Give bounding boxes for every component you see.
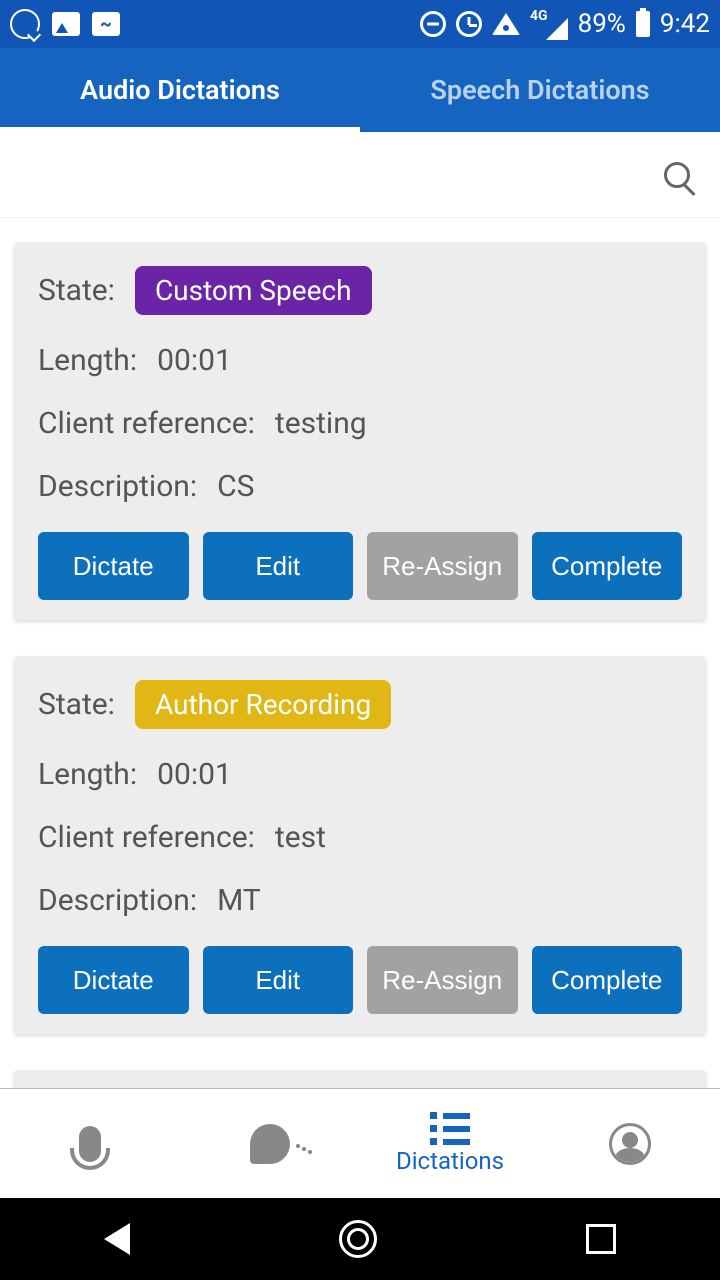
home-button[interactable]: [339, 1220, 377, 1258]
nav-dictations[interactable]: Dictations: [360, 1089, 540, 1198]
microphone-icon: [79, 1126, 101, 1162]
list-icon: [430, 1112, 470, 1145]
content-area: State: Custom Speech Length: 00:01 Clien…: [0, 218, 720, 1088]
search-bar: [0, 132, 720, 218]
signal-icon: 4G: [530, 8, 568, 40]
tab-bar: Audio Dictations Speech Dictations: [0, 48, 720, 132]
recent-apps-button[interactable]: [586, 1224, 616, 1254]
reassign-button[interactable]: Re-Assign: [367, 532, 518, 600]
clock-text: 9:42: [660, 9, 710, 39]
clientref-label: Client reference:: [38, 820, 255, 855]
length-label: Length:: [38, 343, 137, 378]
clientref-value: test: [275, 820, 326, 855]
description-value: CS: [217, 469, 254, 504]
profile-icon: [609, 1123, 651, 1165]
state-label: State:: [38, 687, 115, 722]
dictate-button[interactable]: Dictate: [38, 946, 189, 1014]
battery-text: 89%: [578, 9, 626, 39]
clientref-value: testing: [275, 406, 367, 441]
back-button[interactable]: [104, 1223, 130, 1255]
reassign-button[interactable]: Re-Assign: [367, 946, 518, 1014]
bottom-nav: Dictations: [0, 1088, 720, 1198]
description-value: MT: [217, 883, 261, 918]
speaking-head-icon: [250, 1124, 290, 1164]
nav-record[interactable]: [0, 1089, 180, 1198]
complete-button[interactable]: Complete: [532, 946, 683, 1014]
state-badge: Custom Speech: [135, 266, 372, 315]
description-label: Description:: [38, 883, 197, 918]
length-value: 00:01: [157, 757, 232, 792]
nav-profile[interactable]: [540, 1089, 720, 1198]
tab-speech-dictations[interactable]: Speech Dictations: [360, 48, 720, 132]
whatsapp-icon: [10, 9, 40, 39]
dnd-icon: [420, 11, 446, 37]
wifi-icon: [492, 13, 520, 35]
complete-button[interactable]: Complete: [532, 532, 683, 600]
system-nav-bar: [0, 1198, 720, 1280]
alarm-icon: [456, 11, 482, 37]
edit-button[interactable]: Edit: [203, 532, 354, 600]
state-label: State:: [38, 273, 115, 308]
nav-speak[interactable]: [180, 1089, 360, 1198]
state-badge: Author Recording: [135, 680, 391, 729]
image-notification-icon: [52, 12, 80, 36]
edit-button[interactable]: Edit: [203, 946, 354, 1014]
tab-audio-dictations[interactable]: Audio Dictations: [0, 48, 360, 132]
chart-notification-icon: ~: [92, 12, 120, 36]
length-value: 00:01: [157, 343, 232, 378]
search-icon[interactable]: [664, 162, 690, 188]
description-label: Description:: [38, 469, 197, 504]
battery-icon: [636, 11, 650, 37]
nav-dictations-label: Dictations: [396, 1147, 504, 1175]
status-bar: ~ 4G 89% 9:42: [0, 0, 720, 48]
dictation-card: State:: [14, 1070, 706, 1088]
dictation-card: State: Author Recording Length: 00:01 Cl…: [14, 656, 706, 1034]
clientref-label: Client reference:: [38, 406, 255, 441]
dictation-card: State: Custom Speech Length: 00:01 Clien…: [14, 242, 706, 620]
length-label: Length:: [38, 757, 137, 792]
dictate-button[interactable]: Dictate: [38, 532, 189, 600]
